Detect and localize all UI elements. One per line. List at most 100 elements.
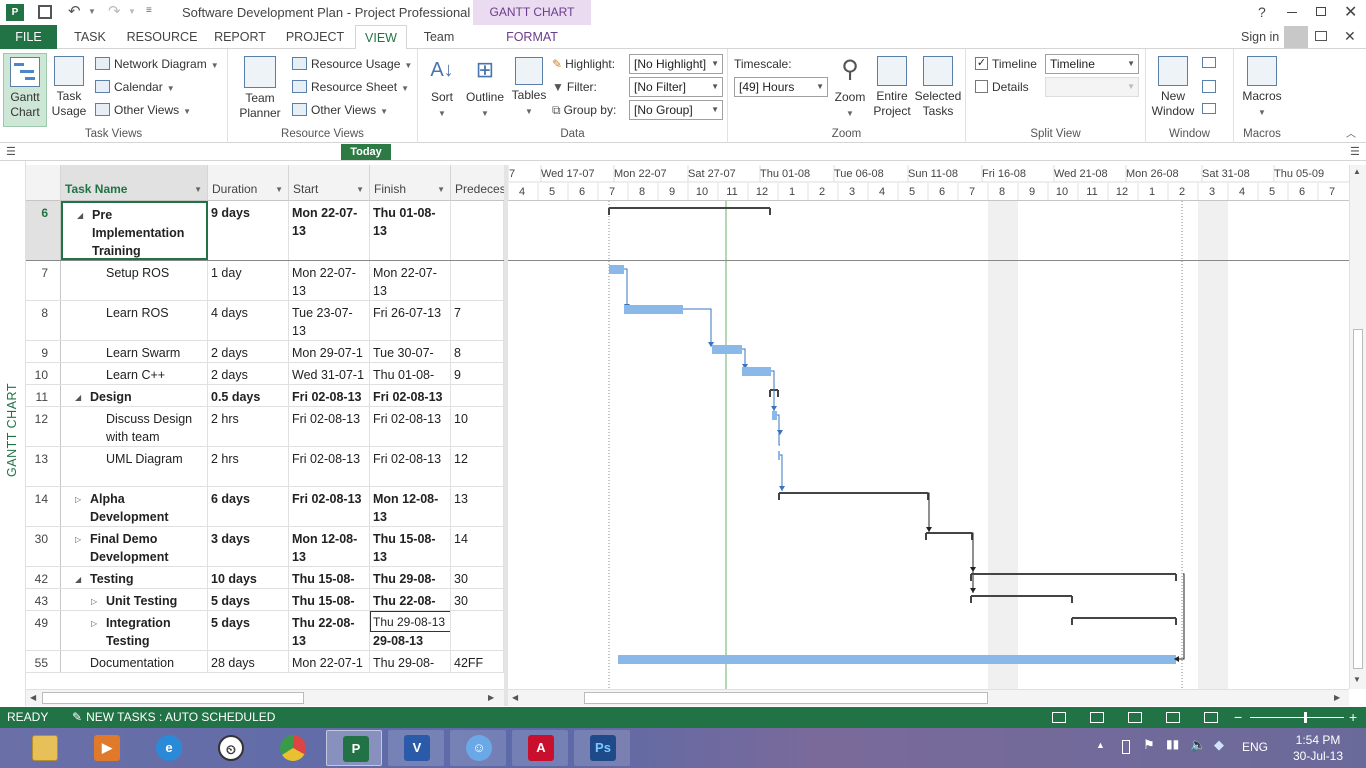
start-cell[interactable]: Fri 02-08-13 xyxy=(289,385,370,406)
row-id[interactable]: 11 xyxy=(26,385,61,406)
row-id[interactable]: 55 xyxy=(26,651,61,672)
column-header-duration[interactable]: Duration ▼ xyxy=(208,165,289,201)
task-name-cell[interactable]: Setup ROS xyxy=(61,261,208,300)
row-id[interactable]: 12 xyxy=(26,407,61,446)
timeline-dropdown[interactable]: Timeline ▼ xyxy=(1045,54,1139,74)
start-cell[interactable]: Fri 02-08-13 xyxy=(289,487,370,526)
task-name-cell[interactable]: ▷ Unit Testing xyxy=(61,589,208,610)
duration-cell[interactable]: 5 days xyxy=(208,589,289,610)
row-id[interactable]: 8 xyxy=(26,301,61,340)
row-id[interactable]: 6 xyxy=(26,201,61,260)
resource-other-views-button[interactable]: Other Views ▼ xyxy=(292,100,388,120)
finish-date-editor[interactable]: Thu 29-08-13 xyxy=(370,611,450,632)
finish-cell[interactable]: Fri 02-08-13 xyxy=(370,407,451,446)
duration-cell[interactable]: 9 days xyxy=(208,201,289,260)
finish-cell[interactable]: Fri 02-08-13 xyxy=(370,385,451,406)
row-id[interactable]: 30 xyxy=(26,527,61,566)
undo-icon[interactable]: ↶ xyxy=(68,2,81,20)
clock-date[interactable]: 30-Jul-13 xyxy=(1288,749,1348,763)
table-row[interactable]: 43 ▷ Unit Testing 5 days Thu 15-08-13 Thu 22-… xyxy=(26,589,504,611)
start-cell[interactable]: Wed 31-07-1 xyxy=(289,363,370,384)
timescale-dropdown[interactable]: [49] Hours ▼ xyxy=(734,77,828,97)
save-icon[interactable] xyxy=(38,5,52,19)
tab-project[interactable]: PROJECT xyxy=(282,25,348,49)
finish-cell[interactable]: Thu 22-08-13 xyxy=(370,589,451,610)
table-row[interactable]: 12 Discuss Design with team 2 hrs Fri 02-08… xyxy=(26,407,504,447)
finish-cell[interactable]: Mon 22-07-13 xyxy=(370,261,451,300)
predecessors-cell[interactable] xyxy=(451,201,504,260)
other-views-button[interactable]: Other Views ▼ xyxy=(95,100,191,120)
zoom-in-icon[interactable]: + xyxy=(1349,707,1357,728)
taskbar-chrome[interactable] xyxy=(264,730,320,766)
view-shortcut-team-planner-icon[interactable] xyxy=(1128,712,1142,723)
table-row[interactable]: 9 Learn Swarm 2 days Mon 29-07-1 Tue 30-07-1… xyxy=(26,341,504,363)
new-window-button[interactable]: New Window xyxy=(1150,53,1196,119)
redo-dropdown-icon[interactable]: ▼ xyxy=(128,7,136,16)
duration-cell[interactable]: 3 days xyxy=(208,527,289,566)
outline-button[interactable]: ⊞ Outline ▼ xyxy=(464,53,506,121)
gantt-chart-button[interactable]: Gantt Chart xyxy=(3,53,47,127)
project-app-icon[interactable]: P xyxy=(6,4,24,21)
table-row[interactable]: 7 Setup ROS 1 day Mon 22-07-13 Mon 22-07-13 xyxy=(26,261,504,301)
tab-format[interactable]: FORMAT xyxy=(473,25,591,49)
redo-icon[interactable]: ↷ xyxy=(108,2,121,20)
predecessors-cell[interactable]: 42FF xyxy=(451,651,504,672)
scroll-up-icon[interactable]: ▲ xyxy=(1353,167,1361,176)
tab-task[interactable]: TASK xyxy=(66,25,114,49)
hide-icon[interactable] xyxy=(1202,103,1216,114)
predecessors-cell[interactable] xyxy=(451,611,504,650)
finish-cell[interactable]: Fri 02-08-13 xyxy=(370,447,451,486)
duration-cell[interactable]: 5 days xyxy=(208,611,289,650)
task-bar-documentation[interactable] xyxy=(618,655,1176,664)
table-row[interactable]: 11 ◢ Design 0.5 days Fri 02-08-13 Fri 02-08-1… xyxy=(26,385,504,407)
table-row[interactable]: 6 ◢ Pre Implementation Training 9 days Mon 2… xyxy=(26,201,504,261)
view-shortcut-resource-sheet-icon[interactable] xyxy=(1166,712,1180,723)
signin-link[interactable]: Sign in xyxy=(1241,30,1279,44)
ribbon-display-icon[interactable] xyxy=(1315,31,1327,41)
predecessors-cell[interactable]: 14 xyxy=(451,527,504,566)
taskbar-finder[interactable]: ☺ xyxy=(450,730,506,766)
resource-sheet-button[interactable]: Resource Sheet ▼ xyxy=(292,77,409,97)
task-name-cell[interactable]: Learn Swarm xyxy=(61,341,208,362)
tab-resource[interactable]: RESOURCE xyxy=(124,25,200,49)
duration-cell[interactable]: 6 days xyxy=(208,487,289,526)
filter-dropdown[interactable]: [No Filter] ▼ xyxy=(629,77,723,97)
duration-cell[interactable]: 10 days xyxy=(208,567,289,588)
duration-cell[interactable]: 0.5 days xyxy=(208,385,289,406)
task-name-cell[interactable]: ▷ Integration Testing xyxy=(61,611,208,650)
start-cell[interactable]: Mon 29-07-1 xyxy=(289,341,370,362)
vertical-scroll-thumb[interactable] xyxy=(1353,329,1363,669)
task-name-cell[interactable]: UML Diagram xyxy=(61,447,208,486)
start-cell[interactable]: Thu 22-08-13 xyxy=(289,611,370,650)
team-planner-button[interactable]: Team Planner xyxy=(234,53,286,121)
arrange-all-icon[interactable] xyxy=(1202,80,1216,93)
start-cell[interactable]: Thu 15-08-13 xyxy=(289,567,370,588)
table-horizontal-scrollbar[interactable]: ◀ ▶ xyxy=(26,689,504,706)
table-row[interactable]: 42 ◢ Testing 10 days Thu 15-08-13 Thu 29-08-1… xyxy=(26,567,504,589)
table-row[interactable]: 55 Documentation 28 days Mon 22-07-1 Thu 29-… xyxy=(26,651,504,673)
scroll-right-icon[interactable]: ▶ xyxy=(488,693,494,702)
network-diagram-button[interactable]: Network Diagram ▼ xyxy=(95,54,219,74)
collapse-ribbon-icon[interactable]: ︿ xyxy=(1346,125,1356,140)
predecessors-cell[interactable]: 8 xyxy=(451,341,504,362)
table-row[interactable]: 14 ▷ Alpha Development 6 days Fri 02-08-13 Mo… xyxy=(26,487,504,527)
task-bar-learn-cpp[interactable] xyxy=(742,367,771,376)
entire-project-button[interactable]: Entire Project xyxy=(870,53,914,119)
gantt-chart-area[interactable]: 7 Wed 17-07 Mon 22-07 Sat 27-07 Thu 01-08 Tue… xyxy=(508,165,1349,689)
predecessors-cell[interactable]: 9 xyxy=(451,363,504,384)
table-row[interactable]: 10 Learn C++ 2 days Wed 31-07-1 Thu 01-08-13… xyxy=(26,363,504,385)
row-id[interactable]: 10 xyxy=(26,363,61,384)
taskbar-media-player[interactable]: ▶ xyxy=(78,730,134,766)
task-name-cell[interactable]: ▷ Final Demo Development xyxy=(61,527,208,566)
taskbar-clock[interactable]: ⏲ xyxy=(202,730,258,766)
details-checkbox[interactable] xyxy=(975,80,988,93)
task-bar-discuss-design[interactable] xyxy=(772,411,777,420)
collapse-icon[interactable]: ◢ xyxy=(77,207,83,225)
row-id[interactable]: 13 xyxy=(26,447,61,486)
groupby-dropdown[interactable]: [No Group] ▼ xyxy=(629,100,723,120)
predecessors-cell[interactable] xyxy=(451,385,504,406)
language-indicator[interactable]: ENG xyxy=(1242,740,1268,754)
duration-cell[interactable]: 1 day xyxy=(208,261,289,300)
macros-button[interactable]: Macros ▼ xyxy=(1238,53,1286,120)
column-header-finish[interactable]: Finish ▼ xyxy=(370,165,451,201)
